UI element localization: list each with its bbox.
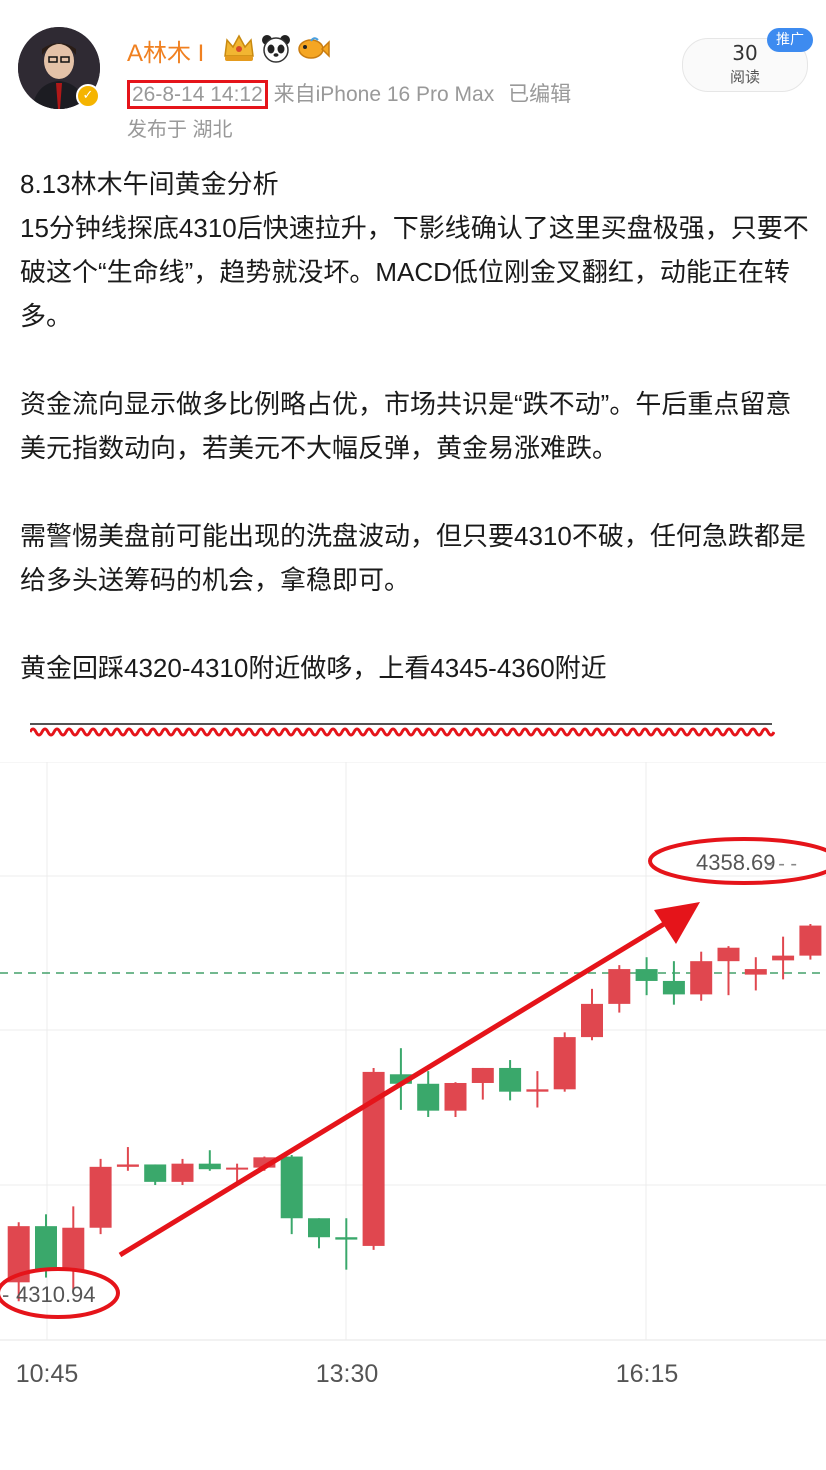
reads-label: 阅读 xyxy=(729,68,760,86)
promo-badge: 推广 xyxy=(767,28,813,52)
price-label-low: 4310.94 xyxy=(16,1282,96,1307)
x-tick-label: 10:45 xyxy=(16,1360,79,1388)
panda-icon xyxy=(262,35,290,63)
candle-body xyxy=(171,1163,194,1182)
candle-body xyxy=(662,980,685,995)
fish-icon xyxy=(298,37,330,59)
post-body: 8.13林木午间黄金分析 15分钟线探底4310后快速拉升，下影线确认了这里买盘… xyxy=(20,162,810,690)
candle-body xyxy=(526,1089,549,1092)
candles-group xyxy=(7,923,822,1302)
price-label-dashes: - - - xyxy=(766,853,797,875)
user-badges xyxy=(222,32,330,64)
post-source: 来自iPhone 16 Pro Max xyxy=(273,83,495,106)
candle-body xyxy=(62,1227,85,1270)
candle-body xyxy=(744,969,767,975)
post-paragraph-4: 黄金回踩4320-4310附近做哆，上看4345-4360附近 xyxy=(20,653,607,683)
candlestick-chart: 4358.69 - - - - 4310.94 10:45 13:30 16:1… xyxy=(0,762,826,1388)
candle-body xyxy=(499,1067,522,1092)
candle-body xyxy=(116,1164,139,1167)
candle-body xyxy=(553,1037,576,1090)
post-paragraph-2: 资金流向显示做多比例略占优，市场共识是“跌不动”。午后重点留意美元指数动向，若美… xyxy=(20,389,792,463)
candle-body xyxy=(89,1166,112,1228)
candle-body xyxy=(226,1167,249,1170)
price-label-high: 4358.69 xyxy=(696,850,776,875)
red-squiggle-underline xyxy=(30,723,775,737)
candle-body xyxy=(308,1218,330,1238)
candle-body xyxy=(635,969,658,981)
post-meta: 26-8-14 14:12 来自iPhone 16 Pro Max 已编辑 xyxy=(127,78,571,109)
candle-body xyxy=(335,1237,358,1240)
candle-body xyxy=(471,1067,494,1083)
candle-body xyxy=(280,1156,303,1219)
candle-body xyxy=(799,925,822,956)
edited-label[interactable]: 已编辑 xyxy=(508,83,571,106)
post-location: 发布于 湖北 xyxy=(127,119,233,141)
x-tick-label: 16:15 xyxy=(616,1360,679,1388)
crown-icon xyxy=(224,34,254,61)
post-timestamp[interactable]: 26-8-14 14:12 xyxy=(127,80,268,109)
x-tick-label: 13:30 xyxy=(316,1360,379,1388)
verified-icon: ✓ xyxy=(76,84,100,108)
username[interactable]: A林木 I xyxy=(127,33,204,68)
candle-body xyxy=(717,947,740,962)
candle-body xyxy=(417,1083,440,1111)
candle-body xyxy=(690,961,713,995)
candle-body xyxy=(144,1164,167,1182)
candle-body xyxy=(772,955,795,961)
candle-body xyxy=(444,1082,467,1111)
candle-body xyxy=(608,969,631,1004)
candle-body xyxy=(581,1003,603,1038)
candle-body xyxy=(198,1163,221,1170)
candle-body xyxy=(35,1226,57,1270)
post-paragraph-3: 需警惕美盘前可能出现的洗盘波动，但只要4310不破，任何急跌都是给多头送筹码的机… xyxy=(20,521,806,595)
post-paragraph-1: 8.13林木午间黄金分析 15分钟线探底4310后快速拉升，下影线确认了这里买盘… xyxy=(20,169,809,331)
